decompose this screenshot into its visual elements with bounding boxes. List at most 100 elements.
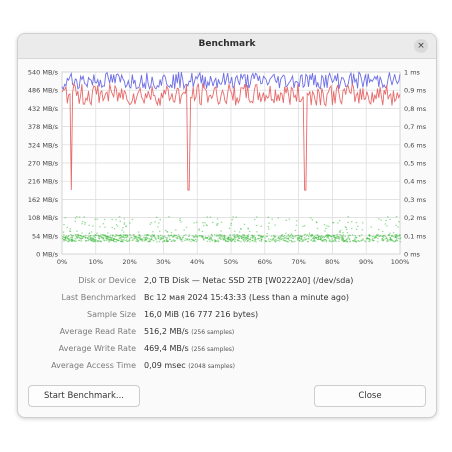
access-time-point — [150, 222, 153, 224]
access-time-point — [372, 240, 374, 242]
access-time-point — [96, 218, 98, 220]
access-time-point — [247, 228, 250, 230]
y-left-tick-label: 324 MB/s — [28, 141, 59, 149]
access-time-point — [268, 222, 270, 224]
y-left-tick-label: 54 MB/s — [32, 232, 59, 240]
access-time-point — [120, 234, 122, 236]
access-time-point — [77, 234, 79, 236]
access-time-point — [183, 229, 185, 231]
x-tick-label: 10% — [89, 258, 103, 266]
start-benchmark-button[interactable]: Start Benchmark... — [28, 385, 140, 407]
access-time-point — [143, 236, 145, 238]
access-time-point — [315, 237, 317, 239]
access-time-point — [237, 234, 239, 236]
access-time-point — [126, 239, 128, 241]
access-time-point — [63, 224, 65, 226]
access-time-point — [255, 224, 258, 227]
access-time-point — [184, 239, 186, 242]
access-time-point — [307, 235, 310, 238]
access-time-point — [243, 234, 245, 236]
info-row-write-rate: Average Write Rate 469,4 MB/s (256 sampl… — [18, 344, 436, 358]
access-time-point — [355, 221, 358, 224]
access-time-point — [297, 234, 299, 237]
access-time-point — [169, 238, 171, 240]
x-tick-label: 20% — [122, 258, 136, 266]
access-time-point — [186, 239, 188, 241]
access-time-point — [100, 241, 103, 243]
access-time-point — [250, 237, 252, 239]
access-time-point — [88, 224, 90, 226]
access-time-point — [158, 241, 161, 243]
access-time-point — [196, 239, 199, 241]
access-time-point — [206, 216, 208, 218]
access-time-point — [260, 237, 262, 239]
access-time-point — [339, 234, 341, 236]
access-time-point — [128, 239, 131, 242]
access-time-point — [381, 235, 384, 237]
access-time-point — [172, 239, 175, 241]
access-time-point — [351, 234, 354, 236]
access-time-point — [71, 236, 73, 238]
access-time-point — [284, 239, 286, 242]
access-time-point — [337, 240, 340, 242]
access-time-point — [188, 234, 190, 236]
access-time-point — [212, 239, 214, 241]
info-row-last-benchmarked: Last Benchmarked Вс 12 мая 2024 15:43:33… — [18, 293, 436, 307]
access-time-point — [68, 240, 70, 242]
access-time-point — [395, 240, 397, 242]
access-time-point — [92, 237, 95, 239]
access-time-point — [392, 231, 395, 234]
access-time-point — [338, 220, 341, 222]
access-time-point — [379, 234, 382, 236]
access-time-point — [310, 239, 312, 241]
access-time-point — [279, 235, 281, 237]
access-time-point — [132, 239, 134, 241]
access-time-point — [210, 238, 213, 240]
access-time-point — [217, 239, 219, 241]
access-time-point — [324, 238, 326, 241]
access-time-point — [99, 226, 101, 228]
access-time-point — [216, 223, 218, 225]
access-time-point — [220, 230, 222, 232]
access-time-point — [81, 237, 83, 240]
access-time-point — [333, 240, 335, 242]
access-time-point — [232, 216, 234, 218]
access-time-point — [278, 237, 280, 239]
access-time-point — [90, 231, 93, 233]
access-time-point — [74, 220, 76, 222]
access-time-point — [316, 227, 319, 229]
access-time-point — [243, 240, 246, 243]
access-time-point — [388, 234, 390, 236]
access-time-point — [297, 239, 299, 241]
access-time-point — [177, 234, 180, 236]
access-time-point — [64, 217, 66, 219]
access-time-point — [134, 235, 136, 238]
info-row-access-time: Average Access Time 0,09 msec (2048 samp… — [18, 361, 436, 375]
access-time-point — [395, 236, 397, 238]
access-time-point — [236, 239, 239, 241]
access-time-point — [251, 234, 253, 236]
access-time-point — [217, 241, 220, 243]
access-time-point — [231, 218, 233, 221]
access-time-point — [193, 240, 195, 242]
access-time-point — [151, 234, 154, 236]
access-time-point — [386, 241, 388, 243]
access-time-point — [259, 240, 261, 242]
access-time-point — [80, 240, 83, 242]
access-time-point — [389, 218, 391, 221]
access-time-point — [219, 235, 221, 237]
access-time-point — [168, 236, 170, 238]
access-time-point — [373, 237, 376, 239]
access-time-point — [185, 226, 188, 228]
access-time-point — [243, 236, 245, 238]
close-button[interactable]: Close — [314, 385, 426, 407]
access-time-point — [144, 236, 147, 239]
access-time-point — [325, 235, 327, 237]
access-time-point — [273, 234, 275, 236]
access-time-point — [74, 217, 77, 219]
access-time-point — [103, 239, 105, 241]
access-time-point — [362, 238, 364, 240]
access-time-point — [372, 235, 375, 237]
access-time-point — [66, 226, 68, 228]
access-time-point — [292, 237, 294, 239]
